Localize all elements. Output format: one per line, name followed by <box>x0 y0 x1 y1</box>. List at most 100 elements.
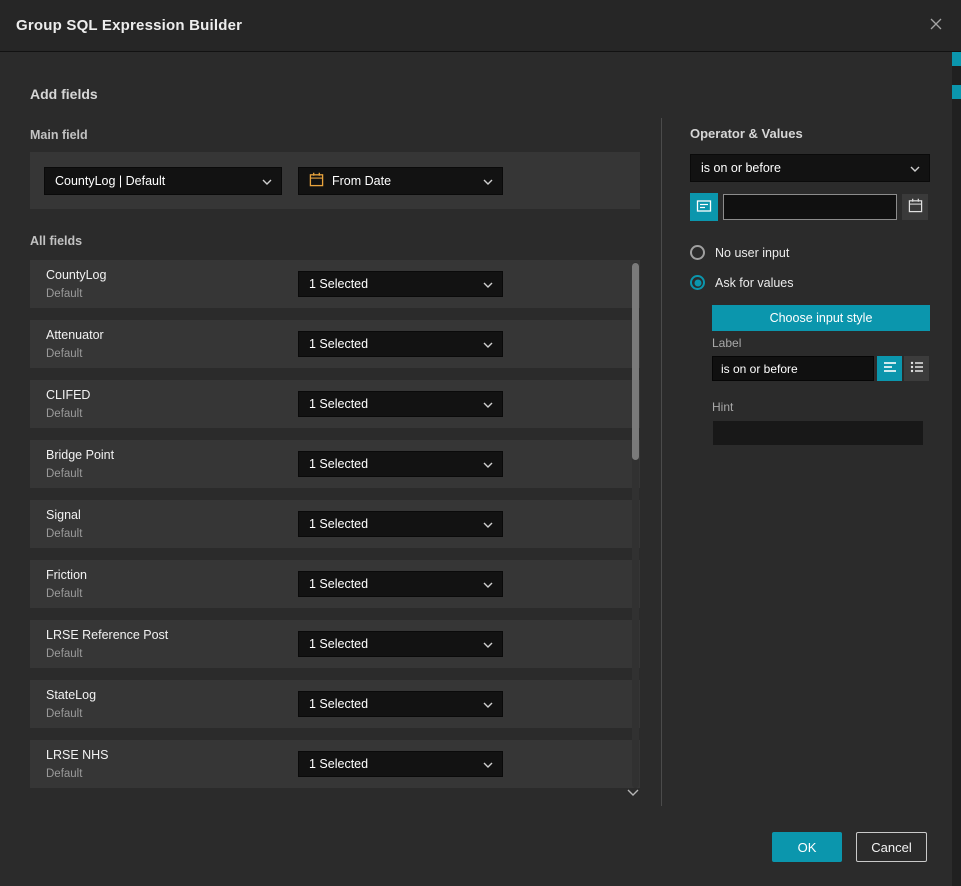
field-row: Bridge Point Default 1 Selected <box>30 440 640 488</box>
edge-tick <box>952 85 961 99</box>
label-caption: Label <box>712 336 741 350</box>
close-icon <box>928 16 944 35</box>
field-name: LRSE NHS <box>46 748 109 762</box>
all-fields-label: All fields <box>30 234 82 248</box>
chevron-down-icon <box>483 457 493 471</box>
radio-ask-for-values[interactable]: Ask for values <box>690 275 794 290</box>
field-sublabel: Default <box>46 768 82 780</box>
layer-select-value: CountyLog | Default <box>55 174 262 188</box>
chevron-down-icon <box>483 757 493 771</box>
field-count-value: 1 Selected <box>309 277 483 291</box>
field-count-select[interactable]: 1 Selected <box>298 631 503 657</box>
field-row: CLIFED Default 1 Selected <box>30 380 640 428</box>
field-sublabel: Default <box>46 588 82 600</box>
field-sublabel: Default <box>46 708 82 720</box>
choose-input-style-button[interactable]: Choose input style <box>712 305 930 331</box>
close-button[interactable] <box>923 13 949 39</box>
calendar-icon <box>908 198 923 216</box>
field-row: Signal Default 1 Selected <box>30 500 640 548</box>
input-style-list-button[interactable] <box>904 356 929 381</box>
calendar-icon <box>309 172 324 190</box>
field-count-value: 1 Selected <box>309 757 483 771</box>
field-name: CLIFED <box>46 388 90 402</box>
chevron-down-icon <box>627 784 639 799</box>
ok-button[interactable]: OK <box>772 832 842 862</box>
date-field-select[interactable]: From Date <box>298 167 503 195</box>
edge-tick <box>952 52 961 66</box>
operator-select-value: is on or before <box>701 161 910 175</box>
chevron-down-icon <box>483 174 493 188</box>
field-count-value: 1 Selected <box>309 637 483 651</box>
field-count-value: 1 Selected <box>309 697 483 711</box>
radio-circle <box>690 275 705 290</box>
label-input[interactable] <box>712 356 874 381</box>
radio-circle <box>690 245 705 260</box>
field-count-select[interactable]: 1 Selected <box>298 571 503 597</box>
field-count-value: 1 Selected <box>309 577 483 591</box>
all-fields-list: CountyLog Default 1 Selected Attenuator … <box>30 260 640 800</box>
field-sublabel: Default <box>46 648 82 660</box>
field-sublabel: Default <box>46 288 82 300</box>
field-count-select[interactable]: 1 Selected <box>298 451 503 477</box>
date-field-select-value: From Date <box>332 174 475 188</box>
chevron-down-icon <box>483 577 493 591</box>
field-count-select[interactable]: 1 Selected <box>298 511 503 537</box>
hint-input[interactable] <box>712 420 924 446</box>
value-source-button[interactable] <box>690 193 718 221</box>
field-count-select[interactable]: 1 Selected <box>298 391 503 417</box>
dialog-header: Group SQL Expression Builder <box>0 0 961 52</box>
field-sublabel: Default <box>46 348 82 360</box>
radio-no-user-input[interactable]: No user input <box>690 245 789 260</box>
main-field-row: CountyLog | Default From Date <box>30 152 640 209</box>
chevron-down-icon <box>483 397 493 411</box>
chevron-down-icon <box>262 174 272 188</box>
list-scrollbar-thumb[interactable] <box>632 263 639 460</box>
field-row: Friction Default 1 Selected <box>30 560 640 608</box>
scroll-down-button[interactable] <box>624 784 642 798</box>
field-count-select[interactable]: 1 Selected <box>298 331 503 357</box>
chevron-down-icon <box>483 337 493 351</box>
field-count-value: 1 Selected <box>309 457 483 471</box>
field-count-value: 1 Selected <box>309 397 483 411</box>
add-fields-title: Add fields <box>30 86 98 102</box>
right-edge-strip <box>952 52 961 886</box>
field-name: LRSE Reference Post <box>46 628 168 642</box>
field-name: Bridge Point <box>46 448 114 462</box>
field-name: Signal <box>46 508 81 522</box>
hint-caption: Hint <box>712 400 733 414</box>
field-name: CountyLog <box>46 268 106 282</box>
field-name: StateLog <box>46 688 96 702</box>
chevron-down-icon <box>483 697 493 711</box>
field-row: CountyLog Default 1 Selected <box>30 260 640 308</box>
field-row: LRSE Reference Post Default 1 Selected <box>30 620 640 668</box>
chevron-down-icon <box>483 517 493 531</box>
field-count-value: 1 Selected <box>309 517 483 531</box>
field-name: Friction <box>46 568 87 582</box>
panel-divider <box>661 118 662 806</box>
date-value-input[interactable] <box>723 194 897 220</box>
radio-label: No user input <box>715 246 789 260</box>
main-field-label: Main field <box>30 128 88 142</box>
field-count-select[interactable]: 1 Selected <box>298 751 503 777</box>
chevron-down-icon <box>910 161 920 175</box>
align-left-icon <box>883 361 897 376</box>
cancel-button[interactable]: Cancel <box>856 832 927 862</box>
layer-select[interactable]: CountyLog | Default <box>44 167 282 195</box>
chevron-down-icon <box>483 637 493 651</box>
field-name: Attenuator <box>46 328 104 342</box>
field-row: Attenuator Default 1 Selected <box>30 320 640 368</box>
field-row: LRSE NHS Default 1 Selected <box>30 740 640 788</box>
calendar-button[interactable] <box>902 194 928 220</box>
operator-select[interactable]: is on or before <box>690 154 930 182</box>
field-count-select[interactable]: 1 Selected <box>298 691 503 717</box>
field-sublabel: Default <box>46 528 82 540</box>
chevron-down-icon <box>483 277 493 291</box>
radio-label: Ask for values <box>715 276 794 290</box>
field-count-value: 1 Selected <box>309 337 483 351</box>
field-sublabel: Default <box>46 408 82 420</box>
form-input-icon <box>696 198 712 217</box>
field-count-select[interactable]: 1 Selected <box>298 271 503 297</box>
operator-values-heading: Operator & Values <box>690 126 803 141</box>
group-sql-expression-builder-dialog: Group SQL Expression Builder Add fields … <box>0 0 961 886</box>
input-style-single-button[interactable] <box>877 356 902 381</box>
